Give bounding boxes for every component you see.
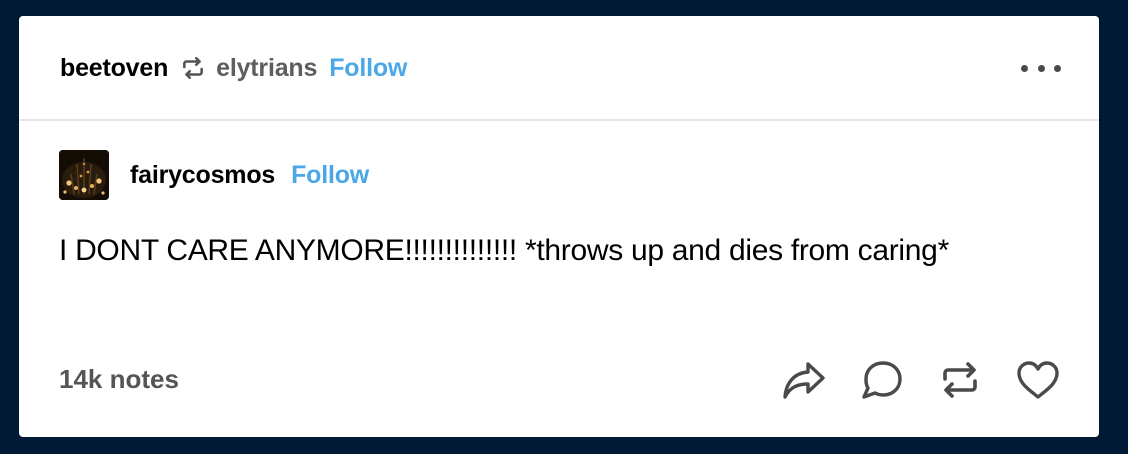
dot bbox=[1054, 64, 1061, 72]
dot bbox=[1037, 64, 1045, 72]
reblogger-username[interactable]: beetoven bbox=[60, 54, 168, 83]
share-icon[interactable] bbox=[781, 358, 827, 402]
like-icon[interactable] bbox=[1015, 358, 1061, 402]
follow-button-author[interactable]: Follow bbox=[291, 161, 369, 190]
follow-button-reblogger[interactable]: Follow bbox=[329, 54, 407, 83]
post-header: beetoven elytrians Follow bbox=[19, 16, 1099, 121]
reblog-icon[interactable] bbox=[937, 358, 983, 402]
reply-icon[interactable] bbox=[859, 358, 905, 402]
reblog-icon bbox=[180, 55, 206, 81]
dot bbox=[1021, 64, 1028, 72]
source-username[interactable]: elytrians bbox=[216, 54, 317, 83]
more-options-icon[interactable] bbox=[1021, 56, 1061, 80]
post-actions bbox=[781, 358, 1061, 402]
avatar[interactable] bbox=[59, 150, 109, 200]
notes-count[interactable]: 14k notes bbox=[59, 364, 179, 395]
post-author-username[interactable]: fairycosmos bbox=[130, 161, 275, 190]
post-card: beetoven elytrians Follow fairycosmos Fo… bbox=[19, 16, 1099, 437]
post-text: I DONT CARE ANYMORE!!!!!!!!!!!!!! *throw… bbox=[59, 234, 949, 267]
reblog-attribution: beetoven elytrians Follow bbox=[60, 52, 407, 84]
post-author-row: fairycosmos Follow bbox=[59, 150, 369, 200]
